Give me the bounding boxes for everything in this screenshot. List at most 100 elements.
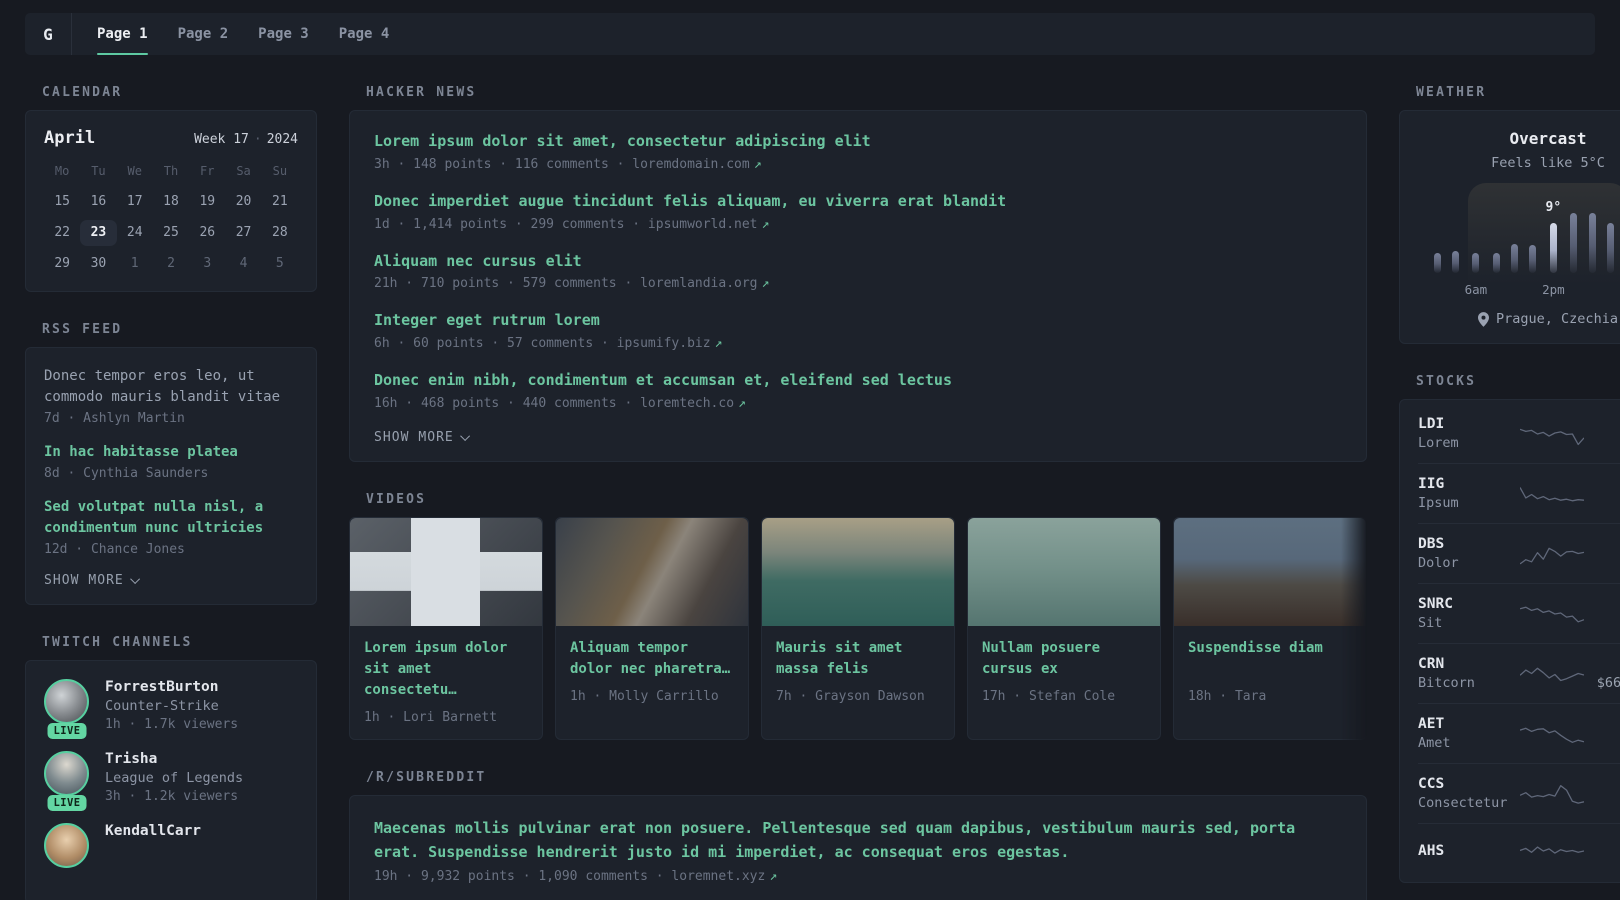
- calendar-day[interactable]: 21: [262, 189, 298, 215]
- calendar-day[interactable]: 16: [80, 189, 116, 215]
- calendar-weekday: Tu: [91, 164, 106, 178]
- stock-sparkline: [1520, 428, 1584, 445]
- stock-row[interactable]: IIG Ipsum +2.84% $42.04: [1418, 464, 1620, 524]
- stock-change: -1.00%: [1584, 656, 1620, 672]
- calendar-day[interactable]: 25: [153, 220, 189, 246]
- calendar-day[interactable]: 3: [189, 251, 225, 277]
- post-title: Maecenas mollis pulvinar erat non posuer…: [374, 818, 1296, 861]
- stock-symbol: SNRC: [1418, 596, 1453, 612]
- hackernews-item[interactable]: Aliquam nec cursus elit 21h · 710 points…: [374, 251, 1342, 292]
- weather-hour-column: [1505, 213, 1523, 296]
- weather-bar: [1451, 251, 1459, 273]
- calendar-day[interactable]: 27: [225, 220, 261, 246]
- calendar-week-year: Week 17 · 2024: [194, 132, 298, 147]
- dashboard-grid: CALENDAR April Week 17 · 2024 Mo Tu We Th Fr Sa…: [25, 85, 1620, 900]
- calendar-day[interactable]: 24: [117, 220, 153, 246]
- stock-symbol: DBS: [1418, 536, 1445, 552]
- calendar-day[interactable]: 2: [153, 251, 189, 277]
- tab-label: Page 3: [258, 26, 309, 42]
- calendar-day[interactable]: 30: [80, 251, 116, 277]
- video-card[interactable]: Suspendisse diam 18h · Tara: [1173, 516, 1367, 740]
- tab-page-2[interactable]: Page 2: [165, 13, 242, 55]
- calendar-day[interactable]: 5: [262, 251, 298, 277]
- stock-row[interactable]: CRN Bitcorn -1.00% $66,171.48: [1418, 644, 1620, 704]
- rss-item[interactable]: In hac habitasse platea 8d · Cynthia Sau…: [44, 442, 298, 481]
- rss-item[interactable]: Donec tempor eros leo, ut commodo mauris…: [44, 366, 298, 426]
- calendar-day[interactable]: 1: [117, 251, 153, 277]
- video-title: Aliquam tempor dolor nec pharetra…: [570, 639, 731, 677]
- calendar-day[interactable]: 4: [225, 251, 261, 277]
- stock-change: +0.51%: [1584, 776, 1620, 792]
- video-thumbnail[interactable]: [762, 517, 954, 626]
- weather-location[interactable]: Prague, Czechia: [1418, 311, 1620, 327]
- stock-change: +0.46%: [1584, 842, 1620, 858]
- video-card[interactable]: Nullam posuere cursus ex 17h · Stefan Co…: [967, 516, 1161, 740]
- app-logo[interactable]: G: [25, 13, 72, 55]
- tab-label: Page 1: [97, 26, 148, 42]
- stocks-section-title: STOCKS: [1416, 374, 1477, 389]
- hackernews-item[interactable]: Donec imperdiet augue tincidunt felis al…: [374, 191, 1342, 232]
- twitch-channel[interactable]: KendallCarr: [44, 823, 298, 868]
- story-title: Lorem ipsum dolor sit amet, consectetur …: [374, 132, 871, 150]
- twitch-channel[interactable]: LIVE ForrestBurton Counter-Strike 1h · 1…: [44, 679, 298, 739]
- calendar-day[interactable]: 29: [44, 251, 80, 277]
- stock-name: Lorem: [1418, 435, 1459, 451]
- hackernews-card: Lorem ipsum dolor sit amet, consectetur …: [349, 110, 1367, 462]
- calendar-day[interactable]: 22: [44, 220, 80, 246]
- hackernews-item[interactable]: Donec enim nibh, condimentum et accumsan…: [374, 370, 1342, 411]
- weather-time-label: 2pm: [1542, 282, 1565, 297]
- stock-row[interactable]: DBS Dolor +1.42% $156.28: [1418, 524, 1620, 584]
- live-badge: LIVE: [47, 723, 87, 739]
- calendar-day[interactable]: 26: [189, 220, 225, 246]
- external-link-icon: ↗: [753, 156, 762, 172]
- video-card[interactable]: Aliquam tempor dolor nec pharetra… 1h · …: [555, 516, 749, 740]
- stock-row[interactable]: CCS Consectetur +0.51% $165.84: [1418, 764, 1620, 824]
- video-title: Suspendisse diam: [1188, 639, 1323, 656]
- video-thumbnail[interactable]: [350, 517, 542, 626]
- weather-bar: [1570, 213, 1578, 273]
- video-meta: 18h · Tara: [1188, 688, 1267, 704]
- video-thumbnail[interactable]: [1174, 517, 1366, 626]
- story-title: Aliquam nec cursus elit: [374, 251, 582, 270]
- weather-location-label: Prague, Czechia: [1496, 311, 1618, 327]
- stock-price: $42.04: [1584, 495, 1620, 511]
- calendar-day[interactable]: 23: [80, 220, 117, 246]
- calendar-weekday: Su: [272, 164, 288, 178]
- calendar-day[interactable]: 18: [153, 189, 189, 215]
- hackernews-show-more-button[interactable]: SHOW MORE: [374, 430, 1342, 445]
- weather-time-label: [1505, 282, 1523, 296]
- hackernews-item[interactable]: Integer eget rutrum lorem 6h · 60 points…: [374, 310, 1342, 351]
- calendar-day[interactable]: 15: [44, 189, 80, 215]
- video-card[interactable]: Lorem ipsum dolor sit amet consectetu… 1…: [349, 516, 543, 740]
- avatar: [44, 679, 89, 724]
- video-card[interactable]: Mauris sit amet massa felis 7h · Grayson…: [761, 516, 955, 740]
- calendar-day[interactable]: 19: [189, 189, 225, 215]
- stock-sparkline: [1520, 486, 1584, 501]
- stock-row[interactable]: SNRC Sit +1.36% $148.64: [1418, 584, 1620, 644]
- stock-price: $499.72: [1584, 735, 1620, 751]
- calendar-weekday: We: [127, 164, 142, 178]
- stock-change: +2.84%: [1584, 476, 1620, 492]
- twitch-channel[interactable]: LIVE Trisha League of Legends 3h · 1.2k …: [44, 751, 298, 811]
- calendar-day[interactable]: 28: [262, 220, 298, 246]
- hackernews-item[interactable]: Lorem ipsum dolor sit amet, consectetur …: [374, 131, 1342, 172]
- calendar-day[interactable]: 20: [225, 189, 261, 215]
- channel-meta: 3h · 1.2k viewers: [105, 789, 239, 804]
- calendar-day[interactable]: 17: [117, 189, 153, 215]
- stock-row[interactable]: AET Amet +0.92% $499.72: [1418, 704, 1620, 764]
- stock-row[interactable]: AHS +0.46%: [1418, 824, 1620, 878]
- subreddit-post[interactable]: Maecenas mollis pulvinar erat non posuer…: [374, 816, 1342, 884]
- weather-temp-label: 9°: [1545, 200, 1562, 216]
- stock-row[interactable]: LDI Lorem +4.35% $795.18: [1418, 404, 1620, 464]
- tab-page-1[interactable]: Page 1: [84, 13, 161, 55]
- rss-item[interactable]: Sed volutpat nulla nisl, a condimentum n…: [44, 497, 298, 557]
- rss-show-more-button[interactable]: SHOW MORE: [44, 573, 298, 588]
- video-thumbnail[interactable]: [556, 517, 748, 626]
- calendar-weekday: Fr: [200, 164, 215, 178]
- tab-page-3[interactable]: Page 3: [245, 13, 322, 55]
- video-meta: 1h · Lori Barnett: [364, 709, 498, 725]
- weather-card: Overcast Feels like 5°C 6am9°2pm10pm Pra…: [1399, 110, 1620, 344]
- video-thumbnail[interactable]: [968, 517, 1160, 626]
- external-link-icon: ↗: [714, 336, 723, 351]
- tab-page-4[interactable]: Page 4: [326, 13, 403, 55]
